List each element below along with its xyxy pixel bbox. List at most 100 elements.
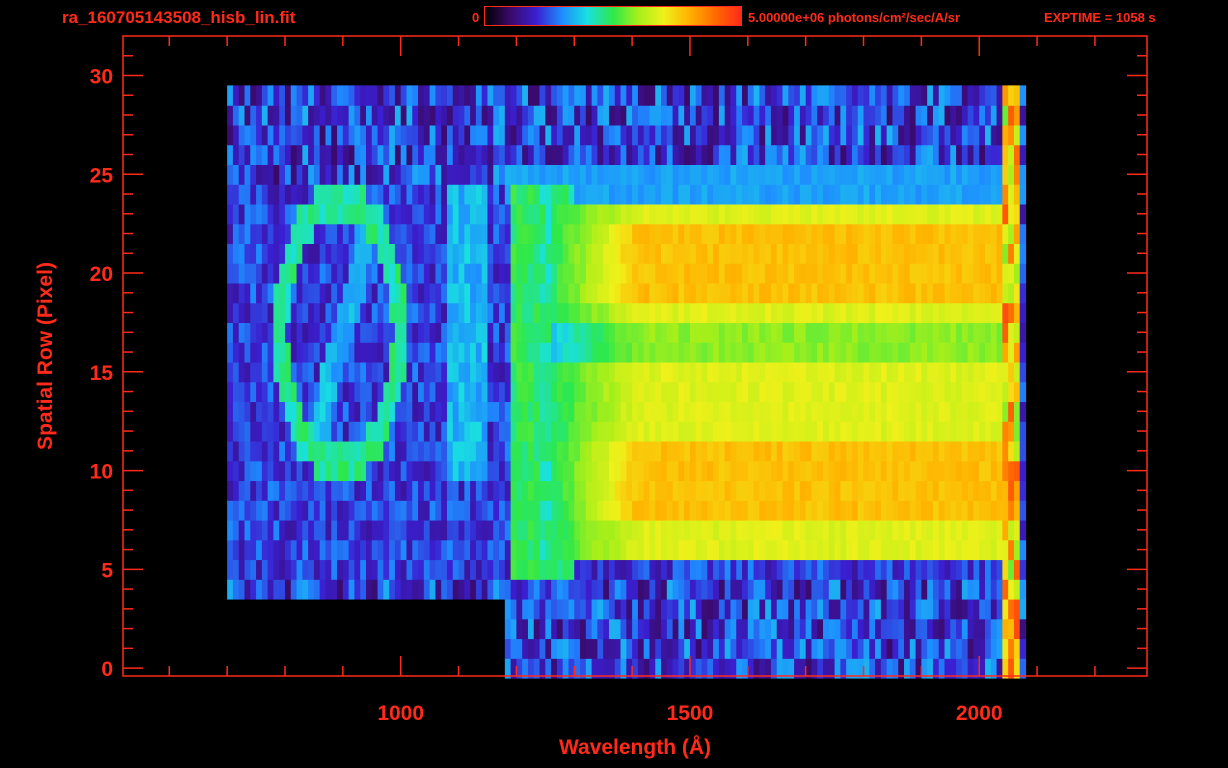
heatmap-cell xyxy=(753,263,760,284)
x-tick-label: 1000 xyxy=(377,702,424,725)
heatmap-cell xyxy=(909,302,917,324)
heatmap-cell xyxy=(279,164,286,185)
heatmap-cell xyxy=(898,401,905,422)
heatmap-cell xyxy=(360,263,367,284)
heatmap-cell xyxy=(597,223,604,245)
heatmap-cell xyxy=(932,598,940,620)
heatmap-cell xyxy=(562,638,570,659)
heatmap-cell xyxy=(915,460,922,482)
heatmap-cell xyxy=(377,500,384,521)
heatmap-cell xyxy=(354,361,361,383)
heatmap-cell xyxy=(464,361,471,383)
heatmap-cell xyxy=(499,85,506,106)
heatmap-cell xyxy=(556,361,564,383)
heatmap-cell xyxy=(932,401,940,422)
heatmap-cell xyxy=(516,480,523,501)
heatmap-cell xyxy=(475,342,483,363)
heatmap-cell xyxy=(736,500,743,521)
heatmap-cell xyxy=(765,460,772,482)
heatmap-cell xyxy=(857,421,865,442)
heatmap-cell xyxy=(880,243,888,264)
heatmap-cell xyxy=(817,381,824,403)
heatmap-cell xyxy=(985,519,992,541)
heatmap-cell xyxy=(851,144,859,165)
heatmap-cell xyxy=(811,421,818,442)
heatmap-cell xyxy=(857,184,865,205)
heatmap-cell xyxy=(331,124,338,146)
heatmap-cell xyxy=(412,124,419,146)
heatmap-cell xyxy=(464,302,471,324)
heatmap-cell xyxy=(898,322,905,343)
heatmap-cell xyxy=(834,243,841,264)
heatmap-cell xyxy=(232,460,240,482)
heatmap-cell xyxy=(418,263,425,284)
heatmap-cell xyxy=(898,223,905,245)
heatmap-cell xyxy=(730,440,737,462)
heatmap-cell xyxy=(834,144,841,165)
heatmap-cell xyxy=(956,500,963,521)
heatmap-cell xyxy=(730,263,737,284)
heatmap-cell xyxy=(441,361,448,383)
heatmap-cell xyxy=(423,302,431,324)
heatmap-cell xyxy=(360,223,367,245)
heatmap-cell xyxy=(597,203,604,225)
heatmap-cell xyxy=(637,440,645,462)
heatmap-cell xyxy=(458,519,465,541)
heatmap-cell xyxy=(892,322,899,343)
heatmap-cell xyxy=(545,559,552,580)
heatmap-cell xyxy=(365,124,373,146)
heatmap-cell xyxy=(985,223,992,245)
heatmap-cell xyxy=(695,263,703,284)
heatmap-cell xyxy=(892,361,899,383)
heatmap-cell xyxy=(840,421,847,442)
heatmap-cell xyxy=(551,480,558,501)
heatmap-cell xyxy=(927,460,934,482)
heatmap-cell xyxy=(377,401,384,422)
heatmap-cell xyxy=(545,263,552,284)
heatmap-cell xyxy=(377,164,384,185)
heatmap-cell xyxy=(666,203,674,225)
heatmap-cell xyxy=(522,618,529,640)
heatmap-cell xyxy=(730,539,737,561)
heatmap-cell xyxy=(614,638,622,659)
heatmap-cell xyxy=(846,124,853,146)
heatmap-cell xyxy=(701,263,708,284)
heatmap-cell xyxy=(996,302,1003,324)
heatmap-cell xyxy=(313,361,321,383)
heatmap-cell xyxy=(921,401,928,422)
heatmap-cell xyxy=(568,243,575,264)
heatmap-cell xyxy=(782,203,789,225)
heatmap-cell xyxy=(562,598,570,620)
heatmap-cell xyxy=(331,460,338,482)
heatmap-cell xyxy=(551,421,558,442)
heatmap-cell xyxy=(348,282,356,304)
heatmap-cell xyxy=(614,361,622,383)
heatmap-cell xyxy=(487,184,494,205)
heatmap-cell xyxy=(290,342,298,363)
heatmap-cell xyxy=(875,559,882,580)
heatmap-cell xyxy=(522,480,529,501)
heatmap-cell xyxy=(747,164,755,185)
heatmap-cell xyxy=(1008,559,1015,580)
heatmap-cell xyxy=(487,342,494,363)
heatmap-cell xyxy=(273,460,280,482)
heatmap-cell xyxy=(1019,421,1027,442)
heatmap-cell xyxy=(932,322,940,343)
heatmap-cell xyxy=(441,144,448,165)
heatmap-cell xyxy=(643,361,651,383)
heatmap-cell xyxy=(904,579,911,600)
heatmap-cell xyxy=(938,322,946,343)
heatmap-cell xyxy=(880,144,888,165)
heatmap-cell xyxy=(689,223,697,245)
heatmap-cell xyxy=(626,598,633,620)
heatmap-cell xyxy=(232,401,240,422)
heatmap-cell xyxy=(898,519,905,541)
heatmap-cell xyxy=(846,144,853,165)
heatmap-cell xyxy=(811,322,818,343)
heatmap-cell xyxy=(238,519,246,541)
heatmap-cell xyxy=(961,559,969,580)
heatmap-cell xyxy=(626,263,633,284)
heatmap-cell xyxy=(296,105,303,126)
heatmap-cell xyxy=(1002,579,1009,600)
heatmap-cell xyxy=(684,184,691,205)
